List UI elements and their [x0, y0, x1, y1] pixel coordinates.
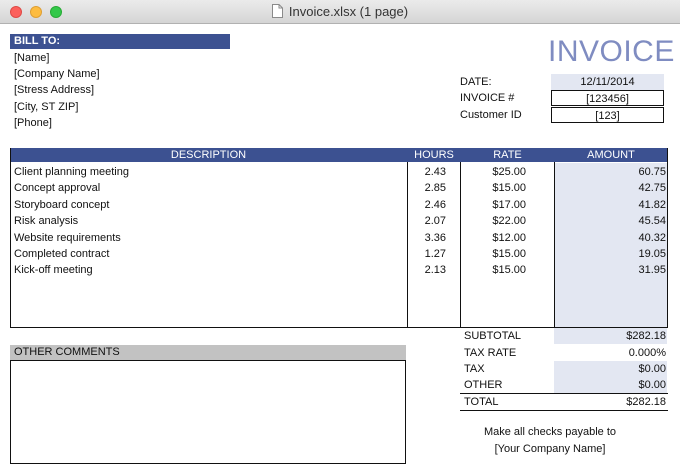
table-row-amount[interactable]: 42.75 — [554, 180, 666, 196]
invoice-number-value[interactable]: [123456] — [551, 90, 664, 106]
document-icon — [271, 4, 283, 18]
table-row-rate[interactable]: $22.00 — [460, 213, 526, 229]
table-row-hours[interactable]: 2.43 — [408, 164, 446, 180]
window-title-text: Invoice.xlsx (1 page) — [288, 4, 409, 19]
description-header: DESCRIPTION — [10, 148, 407, 162]
tax-label: TAX — [464, 363, 485, 375]
table-row-amount[interactable]: 19.05 — [554, 246, 666, 262]
table-row-rate[interactable]: $12.00 — [460, 230, 526, 246]
table-row-amount[interactable]: 60.75 — [554, 164, 666, 180]
total-label: TOTAL — [464, 396, 499, 408]
customer-id-label: Customer ID — [460, 109, 522, 121]
tax-rate-label: TAX RATE — [464, 346, 517, 359]
other-value[interactable]: $0.00 — [554, 377, 666, 393]
invoice-number-label: INVOICE # — [460, 92, 515, 104]
table-row-hours[interactable]: 2.46 — [408, 197, 446, 213]
other-comments-box[interactable] — [10, 360, 406, 464]
subtotal-label: SUBTOTAL — [464, 330, 522, 342]
tax-rate-value[interactable]: 0.000% — [554, 345, 666, 361]
table-row-hours[interactable]: 1.27 — [408, 246, 446, 262]
table-row-amount[interactable]: 31.95 — [554, 262, 666, 278]
customer-id-value[interactable]: [123] — [551, 107, 664, 123]
table-row-hours[interactable]: 2.07 — [408, 213, 446, 229]
window-title: Invoice.xlsx (1 page) — [0, 4, 680, 19]
date-value[interactable]: 12/11/2014 — [551, 74, 664, 90]
table-row-rate[interactable]: $15.00 — [460, 246, 526, 262]
invoice-title: INVOICE — [548, 35, 675, 68]
payable-company: [Your Company Name] — [494, 443, 606, 455]
table-row-hours[interactable]: 2.85 — [408, 180, 446, 196]
table-row-amount[interactable]: 45.54 — [554, 213, 666, 229]
subtotal-value[interactable]: $282.18 — [554, 328, 666, 344]
table-border-left — [10, 148, 11, 328]
table-row-description[interactable]: Storyboard concept — [14, 197, 109, 213]
date-label: DATE: — [460, 76, 492, 88]
table-border-right — [667, 148, 668, 328]
bill-to-heading: BILL TO: — [10, 34, 230, 49]
table-row-description[interactable]: Concept approval — [14, 180, 100, 196]
table-row-amount[interactable]: 40.32 — [554, 230, 666, 246]
table-row-description[interactable]: Website requirements — [14, 230, 121, 246]
table-row-description[interactable]: Kick-off meeting — [14, 262, 93, 278]
bill-to-street: [Stress Address] — [14, 84, 95, 96]
window-titlebar[interactable]: Invoice.xlsx (1 page) — [0, 0, 680, 24]
payable-note: Make all checks payable to — [483, 426, 617, 438]
table-row-rate[interactable]: $15.00 — [460, 262, 526, 278]
table-row-hours[interactable]: 3.36 — [408, 230, 446, 246]
rate-header: RATE — [461, 148, 554, 162]
other-label: OTHER — [464, 379, 503, 391]
bill-to-phone: [Phone] — [14, 117, 52, 129]
invoice-sheet: BILL TO: [Name] [Company Name] [Stress A… — [0, 25, 680, 464]
table-row-rate[interactable]: $17.00 — [460, 197, 526, 213]
other-comments-heading: OTHER COMMENTS — [10, 345, 406, 360]
total-bottom-border — [460, 410, 668, 411]
hours-header: HOURS — [408, 148, 460, 162]
table-row-description[interactable]: Client planning meeting — [14, 164, 129, 180]
bill-to-company: [Company Name] — [14, 68, 100, 80]
total-value[interactable]: $282.18 — [554, 394, 666, 410]
table-row-description[interactable]: Completed contract — [14, 246, 109, 262]
bill-to-city: [City, ST ZIP] — [14, 101, 79, 113]
bill-to-name: [Name] — [14, 52, 50, 64]
table-row-hours[interactable]: 2.13 — [408, 262, 446, 278]
table-row-amount[interactable]: 41.82 — [554, 197, 666, 213]
table-row-description[interactable]: Risk analysis — [14, 213, 78, 229]
table-row-rate[interactable]: $25.00 — [460, 164, 526, 180]
tax-value[interactable]: $0.00 — [554, 361, 666, 377]
table-row-rate[interactable]: $15.00 — [460, 180, 526, 196]
amount-header: AMOUNT — [555, 148, 667, 162]
